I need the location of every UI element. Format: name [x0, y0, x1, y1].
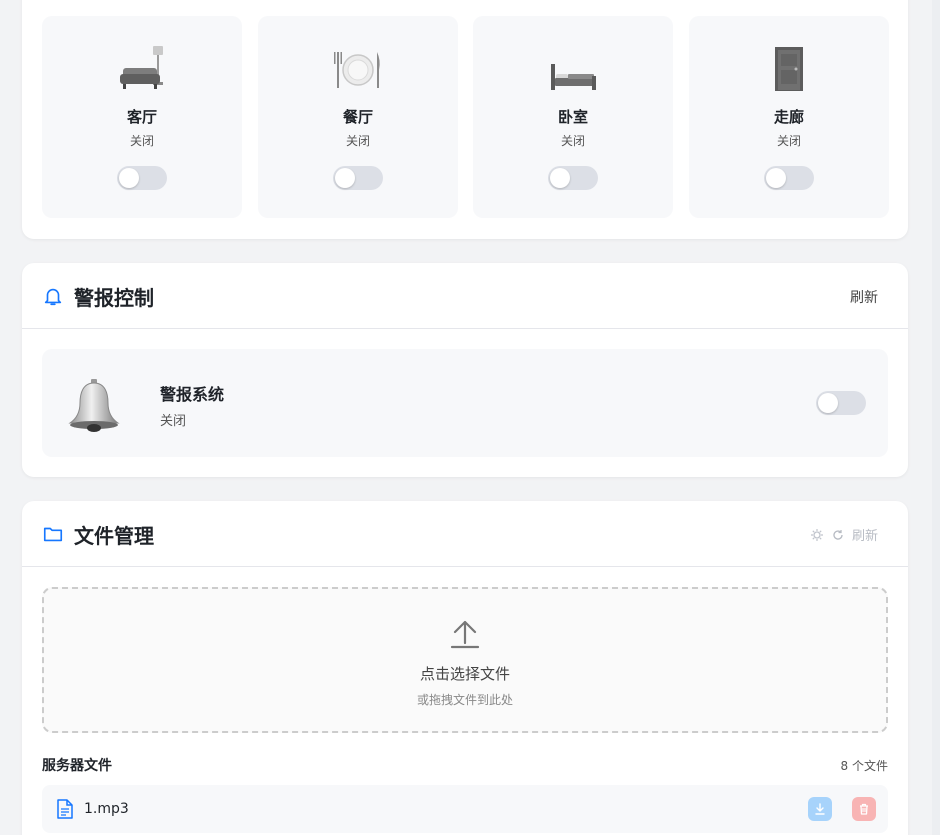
server-files-title: 服务器文件 [42, 758, 112, 774]
delete-button[interactable] [852, 797, 876, 821]
folder-icon [43, 527, 63, 542]
room-card-hallway: 走廊 关闭 [689, 16, 889, 218]
files-header: 文件管理 刷新 [22, 501, 908, 567]
room-card-bedroom: 卧室 关闭 [473, 16, 673, 218]
alarm-system-panel: 警报系统 关闭 [42, 349, 888, 457]
files-card: 文件管理 刷新 点击选择文件 或拖拽文件到此处 服务器文件 8 个文件 1.mp… [22, 501, 908, 835]
room-name: 餐厅 [342, 108, 373, 126]
upload-subtitle: 或拖拽文件到此处 [416, 693, 513, 707]
room-card-living: 客厅 关闭 [42, 16, 242, 218]
trash-icon [860, 803, 868, 815]
room-toggle[interactable] [764, 166, 814, 190]
file-row[interactable]: 1.mp3 [42, 785, 888, 833]
room-state: 关闭 [776, 134, 801, 148]
bed-icon [473, 42, 673, 92]
files-refresh-button[interactable]: 刷新 [852, 525, 878, 544]
file-name: 1.mp3 [84, 801, 129, 817]
alarm-header: 警报控制 刷新 [22, 263, 908, 329]
alarm-toggle[interactable] [816, 391, 866, 415]
download-icon [815, 803, 825, 815]
room-name: 客厅 [126, 108, 157, 126]
room-toggle[interactable] [117, 166, 167, 190]
alarm-refresh-button[interactable]: 刷新 [850, 287, 878, 307]
room-toggle[interactable] [548, 166, 598, 190]
room-state: 关闭 [560, 134, 585, 148]
alarm-title: 警报控制 [74, 286, 154, 310]
file-count: 8 个文件 [840, 759, 888, 773]
page-scrollbar[interactable] [932, 0, 940, 835]
room-name: 卧室 [557, 108, 588, 126]
sofa-lamp-icon [42, 42, 242, 92]
file-icon [57, 799, 73, 819]
upload-icon [450, 620, 480, 649]
alarm-system-state: 关闭 [160, 414, 187, 429]
alarm-card: 警报控制 刷新 警报系统 关闭 [22, 263, 908, 477]
room-state: 关闭 [129, 134, 154, 148]
files-header-actions: 刷新 [810, 525, 878, 544]
download-button[interactable] [808, 797, 832, 821]
room-card-dining: 餐厅 关闭 [258, 16, 458, 218]
room-name: 走廊 [773, 108, 804, 126]
plate-cutlery-icon [258, 42, 458, 92]
refresh-icon[interactable] [832, 529, 844, 541]
alarm-bell-icon [68, 379, 120, 432]
alarm-system-name: 警报系统 [160, 385, 225, 404]
upload-title: 点击选择文件 [419, 665, 510, 683]
files-title: 文件管理 [74, 524, 154, 548]
room-toggle[interactable] [333, 166, 383, 190]
bell-icon [44, 288, 62, 306]
rooms-card: 客厅 关闭 餐厅 关闭 卧室 关闭 走廊 关闭 [22, 0, 908, 239]
room-state: 关闭 [345, 134, 370, 148]
settings-icon[interactable] [810, 528, 824, 542]
server-files-header: 服务器文件 8 个文件 [42, 755, 888, 775]
upload-dropzone[interactable]: 点击选择文件 或拖拽文件到此处 [42, 587, 888, 733]
door-icon [689, 42, 889, 92]
